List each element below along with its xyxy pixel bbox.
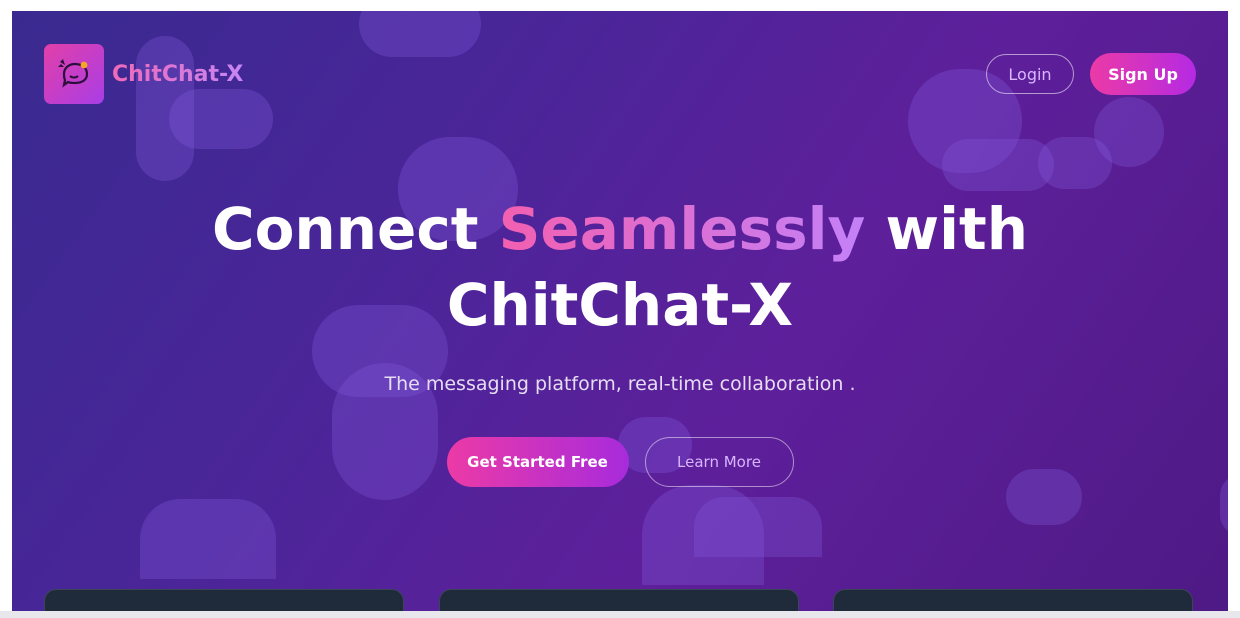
window-bottom-edge <box>0 611 1240 618</box>
hero-section: Connect Seamlessly with ChitChat-X The m… <box>12 191 1228 487</box>
headline-accent: Seamlessly <box>498 195 866 263</box>
feature-card <box>439 589 799 611</box>
auth-nav: Login Sign Up <box>986 53 1196 95</box>
feature-card <box>44 589 404 611</box>
learn-more-button[interactable]: Learn More <box>644 437 794 487</box>
decor-blob <box>140 499 276 579</box>
headline-part2: with <box>885 195 1028 263</box>
landing-page: ChitChat-X Login Sign Up Connect Seamles… <box>12 11 1228 611</box>
brand[interactable]: ChitChat-X <box>44 44 243 104</box>
headline-part1: Connect <box>212 195 479 263</box>
hero-headline: Connect Seamlessly with ChitChat-X <box>12 191 1228 343</box>
brand-name: ChitChat-X <box>112 61 244 87</box>
get-started-button[interactable]: Get Started Free <box>446 437 629 487</box>
top-nav: ChitChat-X Login Sign Up <box>44 44 1196 104</box>
feature-card <box>833 589 1193 611</box>
headline-line2: ChitChat-X <box>446 271 794 339</box>
signup-button[interactable]: Sign Up <box>1090 53 1196 95</box>
decor-blob <box>694 497 822 557</box>
hero-subtitle: The messaging platform, real-time collab… <box>384 373 856 395</box>
login-button[interactable]: Login <box>986 54 1074 94</box>
cta-group: Get Started Free Learn More <box>12 437 1228 487</box>
chat-bubble-logo-icon <box>44 44 104 104</box>
decor-blob <box>1094 97 1164 167</box>
